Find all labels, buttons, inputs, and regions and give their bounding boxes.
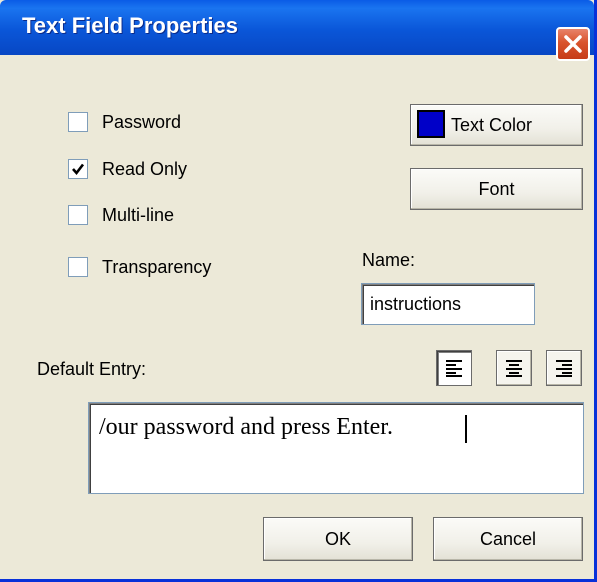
align-right-icon [556,360,572,377]
window-title: Text Field Properties [22,13,238,38]
cancel-button[interactable]: Cancel [433,517,583,561]
font-button-label: Font [478,178,515,199]
align-left-icon [446,360,462,377]
close-icon [564,35,582,53]
checkmark-icon [72,163,85,176]
text-color-label: Text Color [451,114,533,135]
password-checkbox[interactable] [68,112,88,132]
name-input[interactable]: instructions [361,283,535,325]
align-left-button[interactable] [436,350,472,386]
font-button[interactable]: Font [410,168,583,210]
multi-line-option[interactable]: Multi-line [68,202,174,228]
transparency-checkbox[interactable] [68,257,88,277]
cancel-button-label: Cancel [479,528,537,549]
close-button[interactable] [556,27,590,61]
align-right-button[interactable] [546,350,582,386]
text-cursor [465,415,467,443]
default-entry-textarea[interactable]: /our password and press Enter. [88,402,584,494]
dialog-window: Text Field Properties Password Read Only… [0,0,597,582]
align-center-button[interactable] [496,350,532,386]
read-only-checkbox[interactable] [68,159,88,179]
read-only-label: Read Only [102,158,188,179]
password-label: Password [102,111,182,132]
ok-button-label: OK [324,528,351,549]
multi-line-label: Multi-line [102,204,175,225]
title-bar[interactable]: Text Field Properties [0,0,594,55]
name-label: Name: [362,250,416,270]
read-only-option[interactable]: Read Only [68,156,187,182]
password-option[interactable]: Password [68,109,181,135]
name-input-value: instructions [370,293,462,314]
transparency-label: Transparency [102,256,212,277]
transparency-option[interactable]: Transparency [68,254,211,280]
align-center-icon [506,360,522,377]
ok-button[interactable]: OK [263,517,413,561]
multi-line-checkbox[interactable] [68,205,88,225]
text-color-swatch [417,110,445,138]
default-entry-text: /our password and press Enter. [99,414,393,440]
default-entry-label: Default Entry: [37,359,147,379]
